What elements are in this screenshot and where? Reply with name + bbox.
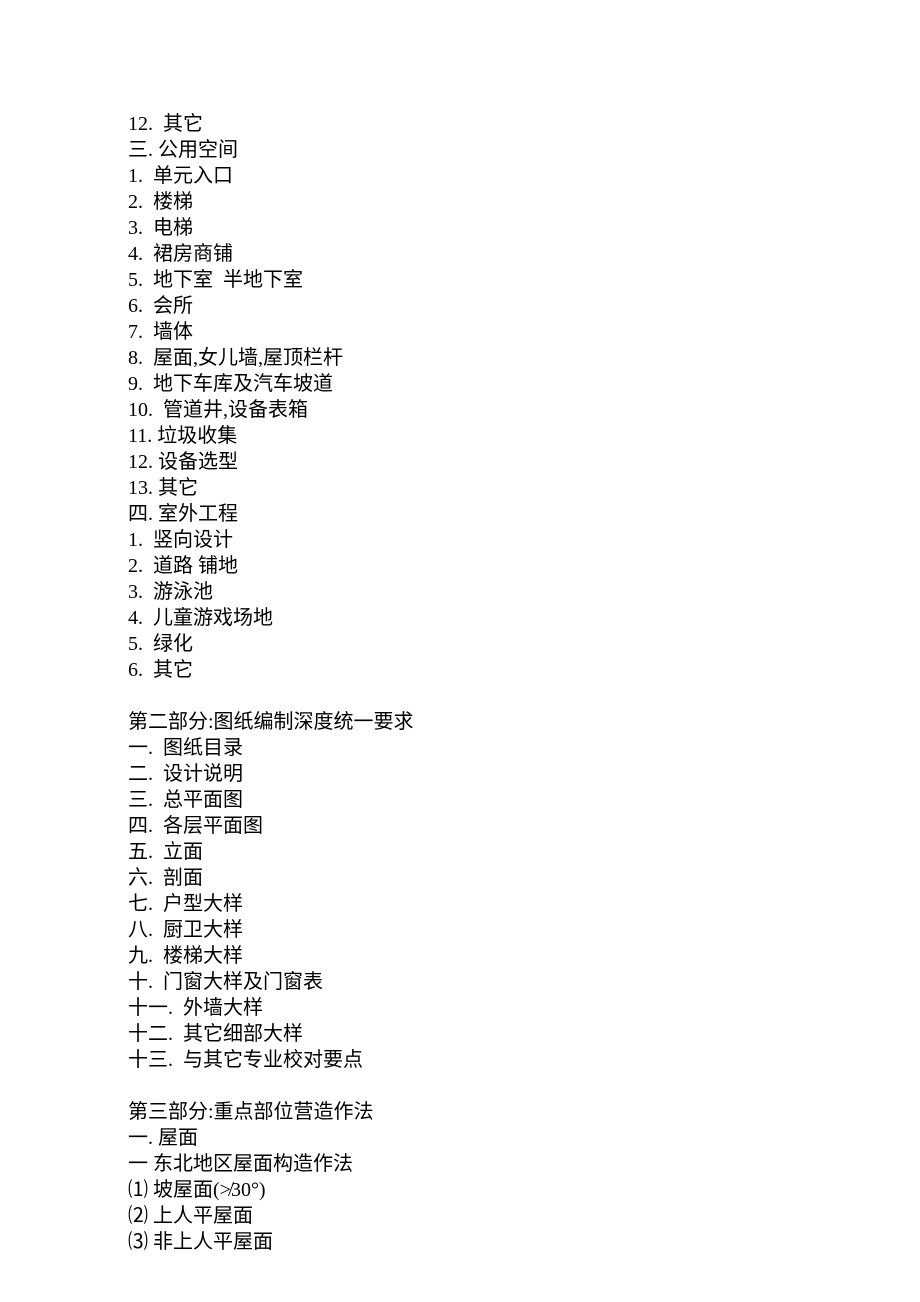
list-item: 一. 屋面 (128, 1125, 920, 1151)
list-item: 12. 设备选型 (128, 449, 920, 475)
list-item: 10. 管道井,设备表箱 (128, 397, 920, 423)
list-item: 3. 游泳池 (128, 579, 920, 605)
blank-line (128, 683, 920, 709)
section-title: 第三部分:重点部位营造作法 (128, 1099, 920, 1125)
list-item: 六. 剖面 (128, 865, 920, 891)
list-item: 九. 楼梯大样 (128, 943, 920, 969)
list-item: ⑵ 上人平屋面 (128, 1203, 920, 1229)
list-item: 6. 会所 (128, 293, 920, 319)
list-item: 十一. 外墙大样 (128, 995, 920, 1021)
list-item: 七. 户型大样 (128, 891, 920, 917)
list-item: 一. 图纸目录 (128, 735, 920, 761)
section-title: 第二部分:图纸编制深度统一要求 (128, 709, 920, 735)
list-item: 3. 电梯 (128, 215, 920, 241)
list-item: 一 东北地区屋面构造作法 (128, 1151, 920, 1177)
list-item: 十二. 其它细部大样 (128, 1021, 920, 1047)
list-item: 7. 墙体 (128, 319, 920, 345)
list-item: 6. 其它 (128, 657, 920, 683)
list-item: 十三. 与其它专业校对要点 (128, 1047, 920, 1073)
list-item: 1. 竖向设计 (128, 527, 920, 553)
list-item: 1. 单元入口 (128, 163, 920, 189)
list-item: 八. 厨卫大样 (128, 917, 920, 943)
list-item: 4. 裙房商铺 (128, 241, 920, 267)
list-item: 五. 立面 (128, 839, 920, 865)
list-item: 三. 公用空间 (128, 137, 920, 163)
list-item: 4. 儿童游戏场地 (128, 605, 920, 631)
list-item: 11. 垃圾收集 (128, 423, 920, 449)
list-item: 13. 其它 (128, 475, 920, 501)
list-item: 2. 楼梯 (128, 189, 920, 215)
list-item: 2. 道路 铺地 (128, 553, 920, 579)
list-item: ⑶ 非上人平屋面 (128, 1229, 920, 1255)
document-page: 12. 其它 三. 公用空间 1. 单元入口 2. 楼梯 3. 电梯 4. 裙房… (0, 0, 920, 1255)
list-item: ⑴ 坡屋面(≯30°) (128, 1177, 920, 1203)
list-item: 5. 绿化 (128, 631, 920, 657)
list-item: 四. 各层平面图 (128, 813, 920, 839)
list-item: 三. 总平面图 (128, 787, 920, 813)
list-item: 5. 地下室 半地下室 (128, 267, 920, 293)
list-item: 二. 设计说明 (128, 761, 920, 787)
list-item: 四. 室外工程 (128, 501, 920, 527)
list-item: 9. 地下车库及汽车坡道 (128, 371, 920, 397)
blank-line (128, 1073, 920, 1099)
list-item: 8. 屋面,女儿墙,屋顶栏杆 (128, 345, 920, 371)
list-item: 12. 其它 (128, 111, 920, 137)
list-item: 十. 门窗大样及门窗表 (128, 969, 920, 995)
